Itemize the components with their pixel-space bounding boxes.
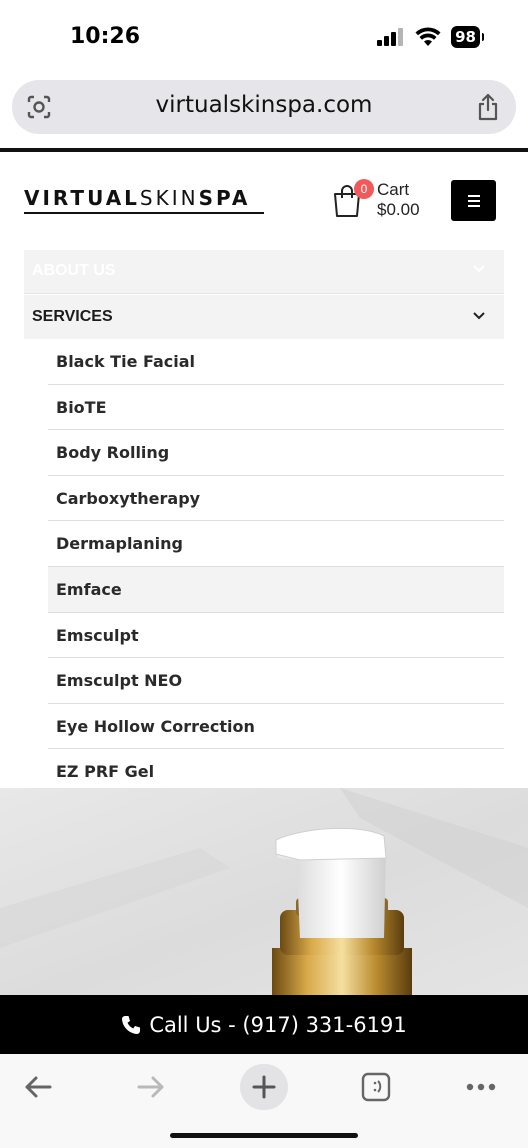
submenu-item-label: EZ PRF Gel — [56, 762, 155, 782]
call-us-text[interactable]: Call Us - (917) 331-6191 — [149, 1013, 406, 1037]
menu-item-label: ABOUT US — [32, 262, 116, 279]
cart-count-badge: 0 — [354, 179, 374, 199]
site-header: VIRTUALSKINSPA 0 Cart $0.00 — [0, 152, 528, 248]
submenu-item[interactable]: BioTE — [48, 385, 504, 431]
logo-text-spa: SPA — [198, 186, 251, 210]
menu-item-about-us[interactable]: ABOUT US — [24, 250, 504, 294]
wifi-icon — [415, 27, 441, 46]
hamburger-menu-button[interactable] — [451, 180, 496, 221]
submenu-item[interactable]: Emsculpt — [48, 613, 504, 659]
cellular-signal-icon — [377, 28, 404, 46]
back-button[interactable] — [14, 1064, 62, 1110]
submenu-item[interactable]: Eye Hollow Correction — [48, 704, 504, 750]
submenu-item[interactable]: Emface — [48, 566, 504, 613]
logo-text: VIRTUALSKINSPA — [24, 186, 250, 210]
forward-button[interactable] — [127, 1064, 175, 1110]
hamburger-icon-line — [467, 194, 480, 197]
call-us-bar[interactable]: Call Us - (917) 331-6191 — [0, 995, 528, 1054]
chevron-down-icon[interactable] — [472, 309, 486, 323]
address-bar[interactable]: virtualskinspa.com — [12, 80, 516, 134]
new-tab-plus-icon — [252, 1075, 276, 1099]
menu-item-label: SERVICES — [32, 308, 113, 325]
menu-item-services[interactable]: SERVICES — [24, 295, 504, 339]
hamburger-icon-line — [467, 204, 480, 207]
phone-icon — [122, 1015, 141, 1034]
new-tab-button[interactable] — [240, 1064, 288, 1110]
submenu-item[interactable]: Carboxytherapy — [48, 476, 504, 522]
submenu-item-label: Dermaplaning — [56, 534, 183, 554]
logo-text-skin: SKIN — [139, 186, 199, 210]
submenu-item[interactable]: Black Tie Facial — [48, 339, 504, 385]
submenu-item-label: Carboxytherapy — [56, 488, 201, 508]
forward-arrow-icon — [137, 1076, 164, 1098]
url-text[interactable]: virtualskinspa.com — [12, 92, 516, 118]
services-submenu: Black Tie Facial BioTE Body Rolling Carb… — [48, 339, 504, 788]
battery-icon: 98 — [451, 26, 484, 48]
submenu-item-label: Black Tie Facial — [56, 352, 196, 371]
submenu-item[interactable]: EZ PRF Gel — [48, 749, 504, 788]
submenu-item[interactable]: Emsculpt NEO — [48, 658, 504, 704]
submenu-item-label: Body Rolling — [56, 443, 170, 463]
home-indicator — [170, 1133, 358, 1138]
logo-underline — [24, 212, 264, 214]
submenu-item[interactable]: Dermaplaning — [48, 521, 504, 567]
submenu-item-label: BioTE — [56, 397, 107, 417]
more-button[interactable] — [457, 1064, 505, 1110]
nav-menu: ABOUT US SERVICES Black Tie Facial BioTE… — [24, 250, 504, 788]
submenu-item-label: Emsculpt — [56, 625, 139, 645]
back-arrow-icon — [25, 1076, 52, 1098]
share-icon[interactable] — [476, 93, 500, 121]
submenu-item-label: Emsculpt NEO — [56, 671, 183, 691]
status-icons: 98 — [377, 26, 484, 48]
logo-text-virtual: VIRTUAL — [24, 186, 140, 210]
hero-product-image — [0, 788, 528, 995]
cart-button[interactable]: 0 Cart $0.00 — [332, 179, 432, 224]
status-time: 10:26 — [70, 24, 141, 49]
cart-label: Cart — [377, 180, 410, 199]
tabs-button[interactable] — [352, 1064, 400, 1110]
chevron-down-icon[interactable] — [472, 262, 486, 276]
submenu-item[interactable]: Body Rolling — [48, 430, 504, 476]
more-icon — [466, 1083, 496, 1091]
submenu-item-label: Eye Hollow Correction — [56, 716, 255, 736]
serum-bottle-image — [0, 788, 528, 995]
tabs-icon — [361, 1072, 391, 1102]
cart-total: $0.00 — [377, 200, 420, 219]
submenu-item-label: Emface — [56, 579, 122, 599]
hamburger-icon-line — [467, 199, 480, 202]
status-bar: 10:26 98 — [0, 0, 528, 72]
site-logo[interactable]: VIRTUALSKINSPA — [24, 186, 264, 216]
